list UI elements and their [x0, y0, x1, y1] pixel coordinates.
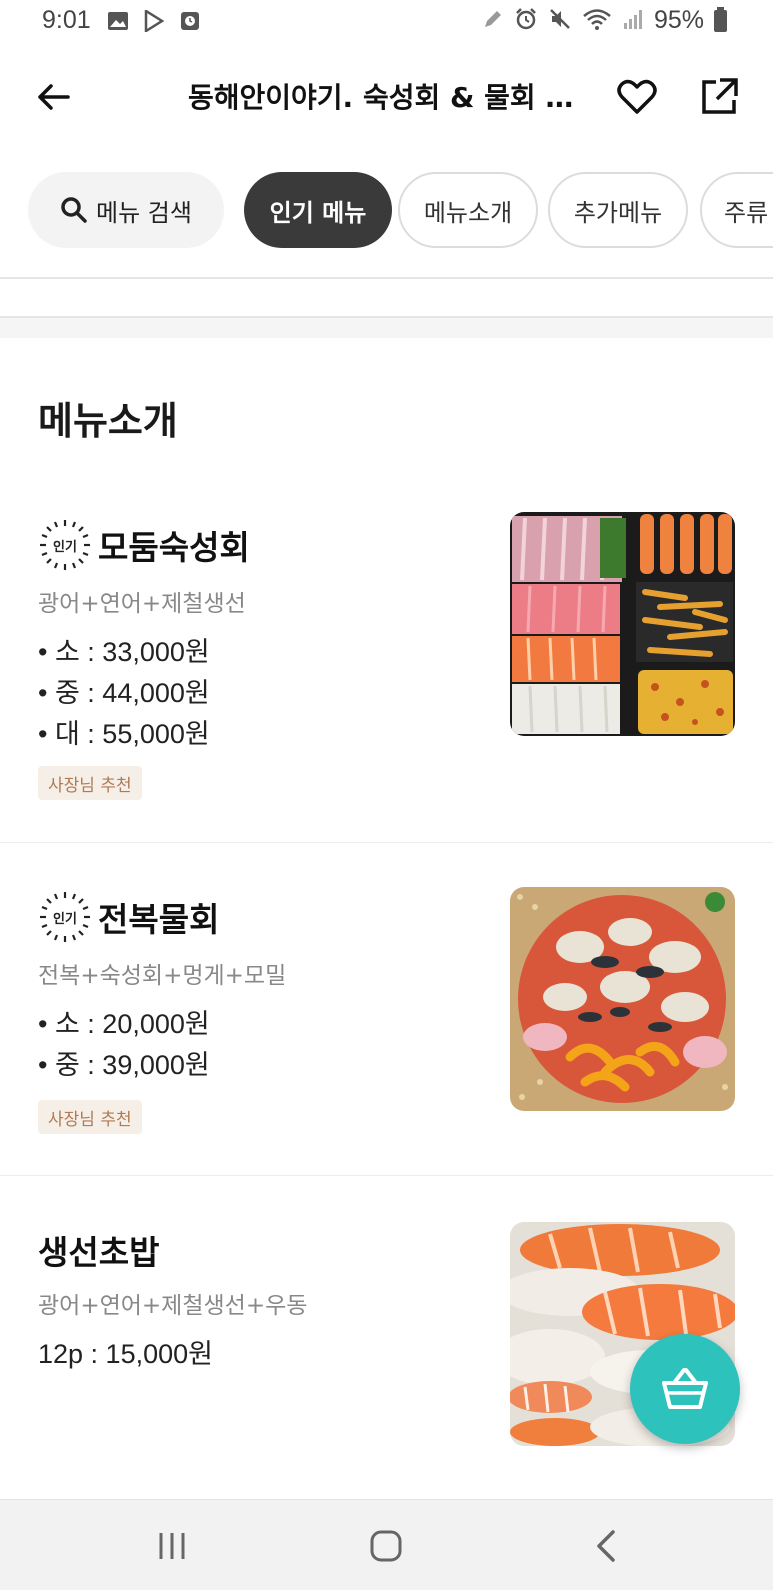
favorite-button[interactable] — [612, 72, 662, 122]
nav-back-button[interactable] — [576, 1524, 636, 1568]
item-description: 광어+연어+제철생선 — [38, 591, 246, 617]
tab-popular-menu[interactable]: 인기 메뉴 — [244, 172, 392, 248]
divider — [0, 277, 773, 279]
home-icon — [370, 1530, 402, 1562]
mute-icon — [548, 7, 572, 35]
wifi-icon — [582, 7, 612, 35]
notification-icons — [106, 10, 202, 32]
recommend-tag: 사장님 추천 — [38, 766, 142, 800]
item-price: • 대 : 55,000원 — [38, 719, 210, 749]
back-arrow-icon — [38, 84, 70, 110]
item-description: 광어+연어+제철생선+우동 — [38, 1293, 308, 1319]
cart-button[interactable] — [630, 1334, 740, 1444]
item-name: 전복물회 — [98, 900, 220, 939]
recommend-tag: 사장님 추천 — [38, 1100, 142, 1134]
item-name-row: 인기 전복물회 — [38, 890, 219, 944]
item-price: • 중 : 44,000원 — [38, 678, 210, 708]
recent-apps-icon — [159, 1533, 185, 1559]
section-title: 메뉴소개 — [38, 399, 178, 443]
status-time: 9:01 — [42, 6, 91, 34]
menu-search-chip[interactable]: 메뉴 검색 — [28, 172, 224, 248]
share-icon — [702, 78, 738, 114]
alarm-icon — [514, 7, 538, 35]
clock-app-icon — [178, 10, 202, 32]
status-bar: 9:01 95% — [0, 0, 773, 46]
item-divider — [0, 842, 773, 843]
item-photo — [510, 887, 735, 1111]
nav-back-icon — [597, 1530, 615, 1562]
app-header: 동해안이야기. 숙성회 & 물회 전... — [0, 56, 773, 136]
gallery-icon — [106, 10, 130, 32]
item-price: • 중 : 39,000원 — [38, 1050, 210, 1080]
recent-apps-button[interactable] — [142, 1524, 202, 1568]
play-store-icon — [142, 10, 166, 32]
popular-badge-label: 인기 — [53, 539, 77, 555]
item-divider — [0, 1175, 773, 1176]
home-button[interactable] — [356, 1524, 416, 1568]
pen-icon — [482, 8, 504, 34]
item-name: 모둠숙성회 — [98, 528, 250, 567]
section-gap — [0, 316, 773, 338]
store-title: 동해안이야기. 숙성회 & 물회 전... — [188, 81, 588, 114]
category-tabs: 메뉴 검색 인기 메뉴 메뉴소개 추가메뉴 주류 — [0, 172, 773, 250]
signal-icon — [622, 8, 644, 34]
basket-icon — [662, 1368, 708, 1409]
item-price: • 소 : 20,000원 — [38, 1009, 210, 1039]
back-button[interactable] — [30, 74, 76, 120]
search-icon — [61, 197, 87, 223]
system-nav-bar — [0, 1499, 773, 1590]
item-name-row: 인기 모둠숙성회 — [38, 518, 250, 572]
item-description: 전복+숙성회+멍게+모밀 — [38, 963, 287, 989]
system-status: 95% — [482, 6, 727, 35]
popular-badge-label: 인기 — [53, 911, 77, 927]
item-price: • 소 : 33,000원 — [38, 637, 210, 667]
item-name: 생선초밥 — [38, 1233, 160, 1272]
heart-icon — [617, 79, 657, 114]
battery-icon — [714, 6, 727, 32]
battery-percent: 95% — [653, 6, 704, 34]
tab-extra-menu[interactable]: 추가메뉴 — [548, 172, 688, 248]
item-price: 12p : 15,000원 — [38, 1339, 213, 1369]
share-button[interactable] — [694, 72, 744, 122]
tab-menu-intro[interactable]: 메뉴소개 — [398, 172, 538, 248]
tab-drinks[interactable]: 주류 — [700, 172, 773, 248]
item-photo — [510, 512, 735, 736]
menu-search-label: 메뉴 검색 — [96, 198, 192, 227]
